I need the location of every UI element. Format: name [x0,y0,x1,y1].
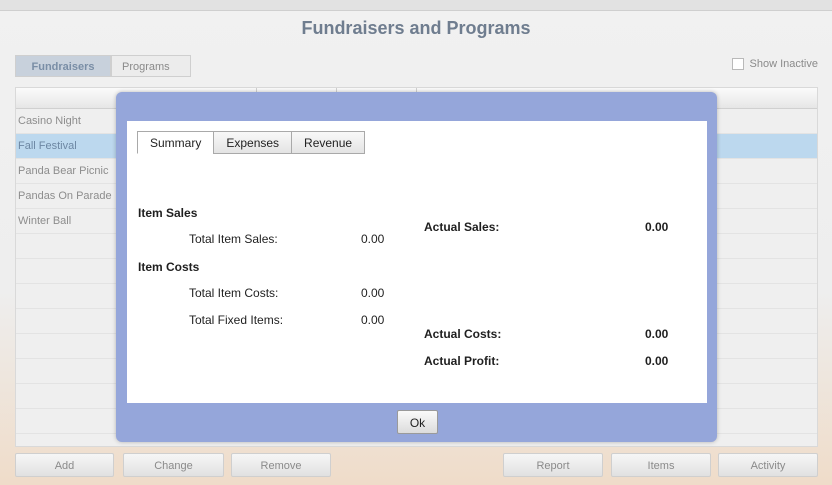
page-title: Fundraisers and Programs [301,18,531,38]
window-top-bar [0,0,832,11]
actual-sales-value: 0.00 [645,220,669,234]
bottom-toolbar: Add Change Remove Report Items Activity [15,453,818,478]
add-button[interactable]: Add [15,453,114,477]
tab-fundraisers[interactable]: Fundraisers [15,55,111,77]
main-tabs: Fundraisers Programs [15,55,191,77]
tab-revenue[interactable]: Revenue [291,131,366,154]
dialog-tabs: Summary Expenses Revenue [137,131,366,154]
change-button[interactable]: Change [123,453,224,477]
items-button[interactable]: Items [611,453,711,477]
summary-dialog: Summary Expenses Revenue Item Sales Tota… [116,92,717,442]
total-item-sales-value: 0.00 [361,232,385,246]
total-item-costs-value: 0.00 [361,286,385,300]
activity-button[interactable]: Activity [718,453,818,477]
total-item-sales-label: Total Item Sales: [189,232,278,246]
ok-button[interactable]: Ok [397,410,438,434]
actual-costs-value: 0.00 [645,327,669,341]
actual-profit-label: Actual Profit: [424,354,500,368]
show-inactive-label: Show Inactive [749,58,818,70]
total-fixed-items-value: 0.00 [361,313,385,327]
item-sales-header: Item Sales [138,206,198,220]
actual-costs-label: Actual Costs: [424,327,502,341]
report-button[interactable]: Report [503,453,603,477]
tab-summary[interactable]: Summary [137,131,215,154]
tab-programs[interactable]: Programs [111,55,191,77]
total-item-costs-label: Total Item Costs: [189,286,279,300]
item-costs-header: Item Costs [138,260,200,274]
tab-expenses[interactable]: Expenses [213,131,293,154]
actual-sales-label: Actual Sales: [424,220,500,234]
show-inactive-checkbox[interactable] [731,58,744,70]
actual-profit-value: 0.00 [645,354,669,368]
dialog-content-panel: Summary Expenses Revenue Item Sales Tota… [127,121,707,403]
total-fixed-items-label: Total Fixed Items: [189,313,284,327]
show-inactive-toggle[interactable]: Show Inactive [731,58,818,70]
remove-button[interactable]: Remove [231,453,331,477]
